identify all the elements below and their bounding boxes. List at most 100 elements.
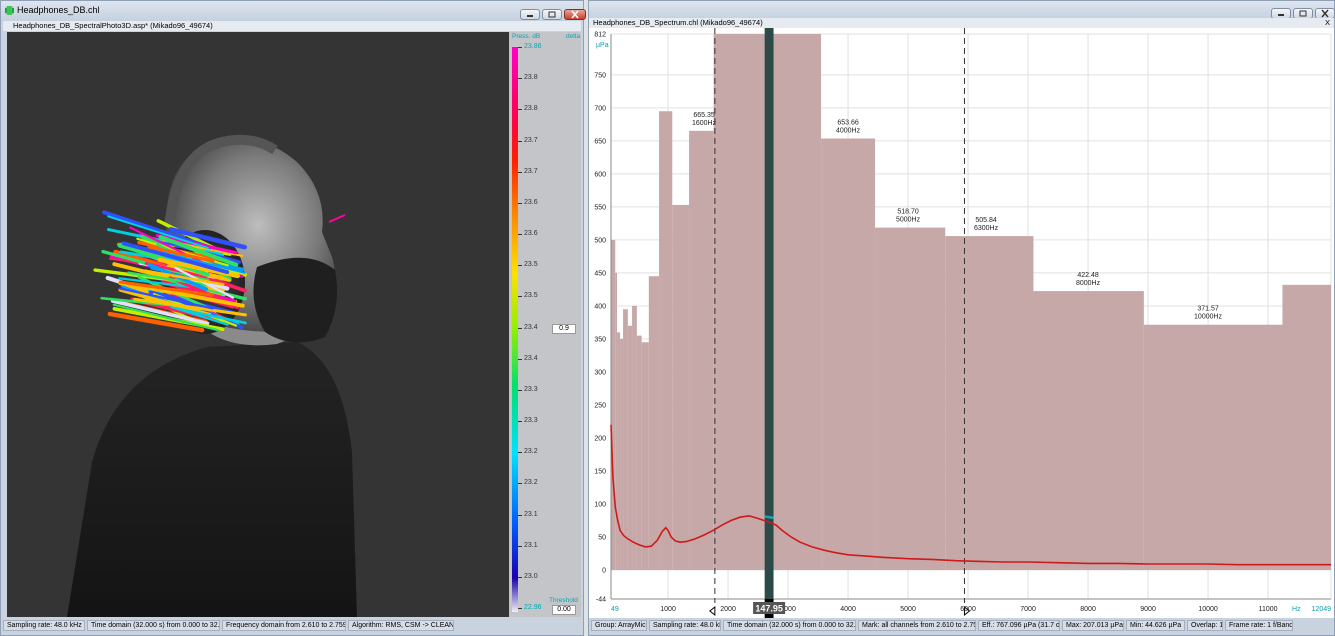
status-bar: Group: ArrayMic Sampling rate: 48.0 kHz … — [591, 620, 1332, 631]
x-tick-label: 4000 — [840, 606, 856, 613]
spectrum-window: Headphones_DB_Spectrum.chl (Mikado96_496… — [588, 0, 1335, 636]
colorbar-tick-label: 22.96 — [524, 604, 542, 611]
spectrum-band-bar — [641, 342, 649, 570]
colorbar-delta-label: delta — [566, 33, 581, 40]
y-tick-label: 350 — [594, 336, 606, 343]
colorbar-tick-label: 23.6 — [524, 230, 538, 237]
acoustic-photo-3d-view[interactable] — [7, 32, 509, 617]
y-unit-label: µPa — [596, 42, 609, 49]
x-tick-label: 2000 — [720, 606, 736, 613]
colorbar-tick-mark — [518, 327, 522, 329]
threshold-value-field[interactable]: 0.00 — [552, 605, 576, 615]
colorbar-tick-mark — [518, 47, 522, 48]
colorbar-tick-label: 23.8 — [524, 105, 538, 113]
spectrum-band-bar — [1033, 291, 1144, 570]
colorbar-tick-mark — [518, 514, 522, 516]
band-frequency-label: 4000Hz — [836, 128, 861, 135]
colorbar-gradient[interactable] — [512, 47, 518, 612]
delta-value-field[interactable]: 0.9 — [552, 324, 576, 334]
spectrum-title-bar[interactable]: Headphones_DB_Spectrum.chl (Mikado96_496… — [589, 18, 1334, 28]
colorbar-tick-label: 23.3 — [524, 385, 538, 393]
close-icon — [1321, 9, 1329, 18]
spectrum-chart-svg[interactable]: 665.351600Hz 653.664000Hz518.705000Hz 505.… — [589, 28, 1334, 618]
restore-icon — [1299, 10, 1307, 17]
restore-icon — [548, 11, 556, 18]
status-max: Max: 207.013 µPa — [1062, 620, 1124, 631]
colorbar-tick-label: 23.0 — [524, 572, 538, 580]
close-tab-icon[interactable]: X — [1325, 18, 1330, 28]
spectrum-band-bar — [1143, 324, 1283, 570]
spectrum-band-bar — [617, 332, 621, 570]
document-tab[interactable]: Headphones_DB_SpectralPhoto3D.asp* (Mika… — [3, 21, 581, 31]
band-frequency-label: 10000Hz — [1194, 314, 1223, 321]
y-tick-label: 750 — [594, 72, 606, 79]
x-unit-label: Hz — [1292, 606, 1301, 613]
band-value-label: 422.48 — [1077, 272, 1099, 279]
colorbar-tick-mark — [518, 483, 522, 485]
spectrum-band-bar — [821, 138, 876, 570]
spectrum-chart[interactable]: 665.35 1600Hz 653.66 4000Hz 518.70 5000Hz 505.… — [589, 28, 1334, 618]
frequency-selection-band — [764, 28, 774, 599]
left-cursor-handle — [709, 605, 716, 617]
title-bar[interactable]: Headphones_DB.chl — [1, 1, 586, 21]
x-tick-label: 9000 — [1140, 606, 1156, 613]
x-tick-label: 12049 — [1312, 606, 1332, 613]
spectrum-band-bar — [636, 335, 642, 570]
spectrum-band-bar — [659, 111, 673, 570]
colorbar-tick-label: 23.8 — [524, 74, 538, 82]
colorbar-tick-label: 23.6 — [524, 198, 538, 206]
spectrum-band-bar — [689, 130, 714, 570]
colorbar-tick-mark — [518, 140, 522, 142]
band-frequency-label: 5000Hz — [896, 217, 921, 224]
y-tick-label: 700 — [594, 105, 606, 112]
y-tick-label: 600 — [594, 171, 606, 178]
spectrum-band-bar — [611, 239, 616, 570]
y-tick-label: 812 — [594, 32, 606, 39]
spectrum-band-bar — [1282, 284, 1331, 570]
spectrum-band-bar — [623, 309, 628, 570]
spectrum-band-bar — [875, 227, 946, 570]
y-tick-label: 50 — [598, 534, 606, 541]
title-bar[interactable] — [589, 1, 1335, 19]
x-tick-label: 5000 — [900, 606, 916, 613]
spectrum-band-bar — [627, 325, 633, 570]
cursor-value-label: 147.95 — [755, 604, 783, 614]
minimize-icon — [527, 15, 533, 17]
colorbar-tick-label: 23.4 — [524, 323, 538, 331]
status-time-domain: Time domain (32.000 s) from 0.000 to 32.… — [723, 620, 856, 631]
colorbar-tick-mark — [518, 109, 522, 111]
status-frequency-domain: Frequency domain from 2.610 to 2.759 kHz — [222, 620, 346, 631]
colorbar-panel: Press. dB delta 23.86 23.8 23.8 23.7 23.7 23.… — [509, 32, 581, 617]
band-frequency-label: 8000Hz — [1076, 280, 1101, 287]
colorbar-tick-mark — [518, 358, 522, 360]
band-value-label: 505.84 — [975, 217, 997, 224]
colorbar-tick-label: 23.2 — [524, 479, 538, 487]
window-controls — [520, 9, 586, 20]
window-title: Headphones_DB.chl — [17, 5, 100, 15]
y-tick-label: 0 — [602, 567, 606, 574]
colorbar-tick-mark — [518, 234, 522, 235]
restore-button[interactable] — [542, 9, 562, 20]
band-frequency-label: 1600Hz — [692, 120, 717, 127]
colorbar-tick-label: 23.7 — [524, 136, 538, 144]
status-group: Group: ArrayMic — [591, 620, 647, 631]
colorbar-tick-mark — [518, 171, 522, 173]
status-sampling-rate: Sampling rate: 48.0 kHz — [649, 620, 721, 631]
y-tick-label: -44 — [596, 597, 606, 604]
y-tick-label: 550 — [594, 204, 606, 211]
band-value-label: 665.35 — [693, 112, 715, 119]
status-time-domain: Time domain (32.000 s) from 0.000 to 32.… — [87, 620, 220, 631]
x-tick-label: 8000 — [1080, 606, 1096, 613]
colorbar-tick-label: 23.2 — [524, 448, 538, 456]
x-tick-label: 49 — [611, 606, 619, 613]
colorbar-tick-mark — [518, 78, 522, 80]
head-scan-image — [67, 134, 357, 617]
x-tick-label: 6000 — [960, 606, 976, 613]
threshold-label: Threshold — [549, 597, 578, 604]
colorbar-tick-label: 23.1 — [524, 541, 538, 549]
colorbar-tick-mark — [518, 296, 522, 298]
x-tick-label: 1000 — [660, 606, 676, 613]
status-bar: Sampling rate: 48.0 kHz Time domain (32.… — [3, 620, 581, 631]
minimize-button[interactable] — [520, 9, 540, 20]
close-button[interactable] — [564, 9, 586, 20]
